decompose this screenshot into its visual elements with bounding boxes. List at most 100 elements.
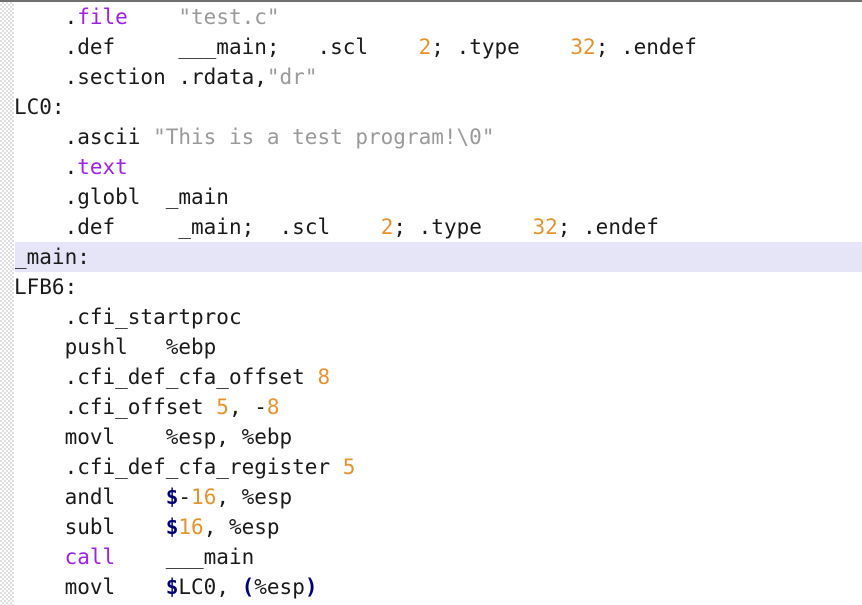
- code-token-plain: movl: [64, 425, 116, 449]
- code-line[interactable]: .globl _main: [0, 182, 862, 212]
- code-token-plain: subl: [64, 515, 116, 539]
- code-token-plain: .type: [418, 215, 482, 239]
- code-token-plain: ; .endef: [595, 35, 697, 59]
- code-line[interactable]: call ___main: [0, 542, 862, 572]
- code-token-punct: $: [165, 515, 179, 539]
- code-line-text: .file "test.c": [0, 2, 280, 32]
- code-token-plain: .globl: [64, 185, 154, 209]
- code-token-num: 32: [532, 215, 558, 239]
- code-line[interactable]: .cfi_def_cfa_register 5: [0, 452, 862, 482]
- code-line[interactable]: _main:: [0, 242, 862, 272]
- code-token-plain: ___main;: [178, 35, 280, 59]
- code-token-plain: pushl: [64, 335, 128, 359]
- code-token-plain: .def: [64, 215, 116, 239]
- code-token-plain: .: [64, 5, 78, 29]
- code-line[interactable]: subl $16, %esp: [0, 512, 862, 542]
- code-line-text: call ___main: [0, 542, 255, 572]
- code-token-label: LC0:: [14, 95, 65, 119]
- code-line[interactable]: .section .rdata,"dr": [0, 62, 862, 92]
- code-line[interactable]: .file "test.c": [0, 2, 862, 32]
- code-token-num: 16: [191, 485, 217, 509]
- code-token-num: 32: [570, 35, 596, 59]
- code-line-text: .globl _main: [0, 182, 229, 212]
- code-line[interactable]: .cfi_offset 5, -8: [0, 392, 862, 422]
- code-line[interactable]: LC0:: [0, 92, 862, 122]
- code-token-label: _main:: [14, 245, 90, 269]
- code-line[interactable]: andl $-16, %esp: [0, 482, 862, 512]
- code-token-plain: _main: [153, 185, 229, 209]
- code-line[interactable]: movl $LC0, (%esp): [0, 572, 862, 602]
- code-line[interactable]: .ascii "This is a test program!\0": [0, 122, 862, 152]
- code-token-plain: ;: [393, 215, 406, 239]
- code-line[interactable]: .def _main; .scl 2; .type 32; .endef: [0, 212, 862, 242]
- code-line[interactable]: .text: [0, 152, 862, 182]
- code-line-text: .text: [0, 152, 128, 182]
- code-line[interactable]: .cfi_def_cfa_offset 8: [0, 362, 862, 392]
- code-line-text: .section .rdata,"dr": [0, 62, 318, 92]
- code-token-plain: .ascii: [64, 125, 154, 149]
- code-line[interactable]: movl %esp, %ebp: [0, 422, 862, 452]
- code-token-num: 8: [266, 395, 280, 419]
- code-token-num: 8: [317, 365, 331, 389]
- code-line[interactable]: LFB6:: [0, 272, 862, 302]
- code-token-plain: ; .endef: [557, 215, 659, 239]
- code-token-plain: .type: [456, 35, 520, 59]
- code-line[interactable]: .def ___main; .scl 2; .type 32; .endef: [0, 32, 862, 62]
- code-editor[interactable]: .file "test.c" .def ___main; .scl 2; .ty…: [0, 0, 862, 605]
- code-token-plain: .scl: [317, 35, 369, 59]
- code-token-plain: .section: [64, 65, 179, 89]
- code-token-num: 16: [178, 515, 204, 539]
- code-line-text: pushl %ebp: [0, 332, 217, 362]
- code-token-str: "test.c": [178, 5, 280, 29]
- code-token-plain: -: [254, 395, 267, 419]
- code-line-text: .cfi_def_cfa_offset 8: [0, 362, 331, 392]
- code-content[interactable]: .file "test.c" .def ___main; .scl 2; .ty…: [0, 2, 862, 602]
- code-token-plain: %ebp: [165, 335, 217, 359]
- code-token-plain: LC0,: [178, 575, 242, 599]
- code-line[interactable]: pushl %ebp: [0, 332, 862, 362]
- code-token-plain: movl: [64, 575, 116, 599]
- code-token-plain: ,: [228, 395, 255, 419]
- code-line-text: .def ___main; .scl 2; .type 32; .endef: [0, 32, 697, 62]
- editor-gutter: [0, 2, 15, 605]
- code-token-plain: .: [64, 155, 78, 179]
- code-token-punct: (: [241, 575, 255, 599]
- code-line-text: movl %esp, %ebp: [0, 422, 293, 452]
- code-line-text: .cfi_startproc: [0, 302, 242, 332]
- code-line-text: andl $-16, %esp: [0, 482, 293, 512]
- code-line[interactable]: .cfi_startproc: [0, 302, 862, 332]
- code-token-plain: .def: [64, 35, 116, 59]
- code-token-plain: , %esp: [203, 515, 280, 539]
- code-token-plain: .cfi_startproc: [64, 305, 242, 329]
- code-token-kw: call: [64, 545, 116, 569]
- code-token-num: 5: [342, 455, 356, 479]
- code-token-label: LFB6:: [14, 275, 78, 299]
- code-line-text: .ascii "This is a test program!\0": [0, 122, 495, 152]
